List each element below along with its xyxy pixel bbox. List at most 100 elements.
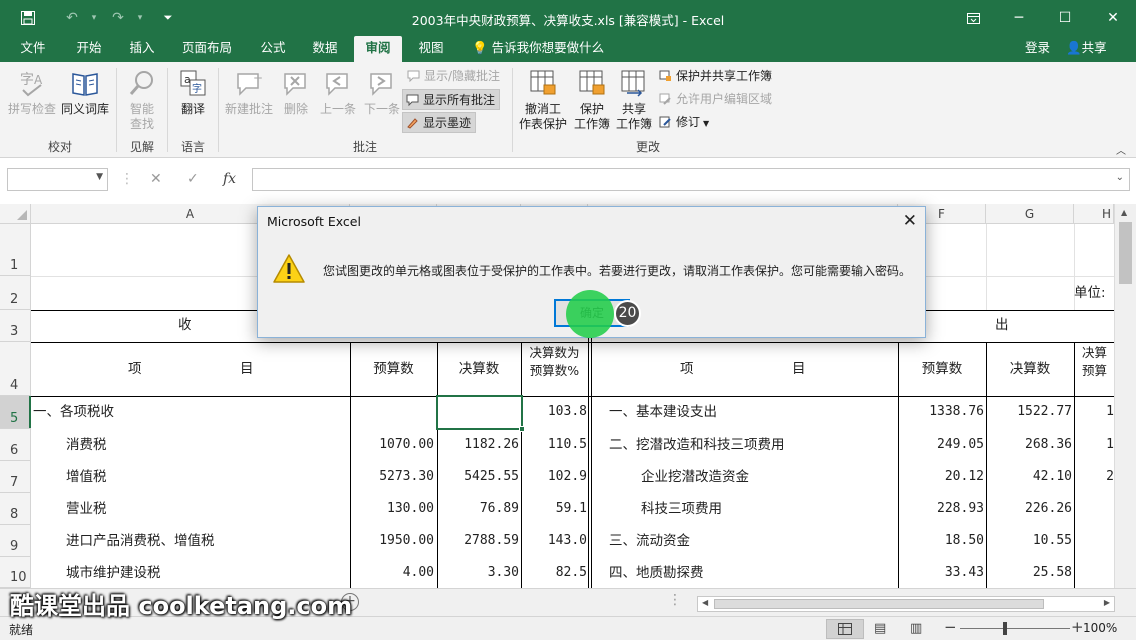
maximize-button[interactable]: ☐ [1042,0,1088,36]
minimize-button[interactable]: ─ [996,0,1042,36]
cell-d-row5[interactable]: 103.8 [521,397,587,427]
horizontal-scroll-thumb[interactable] [714,599,1044,609]
cell-c-row10[interactable]: 3.30 [437,558,519,588]
cell-g-row10[interactable]: 25.58 [986,558,1072,588]
cell-g-row8[interactable]: 226.26 [986,494,1072,524]
zoom-slider-track[interactable] [960,628,1070,629]
tab-formulas[interactable]: 公式 [250,36,296,62]
cell-d-row6[interactable]: 110.5 [521,430,587,460]
cell-d-row7[interactable]: 102.9 [521,462,587,492]
cell-c-row8[interactable]: 76.89 [437,494,519,524]
next-comment-button[interactable]: 下一条 [360,68,404,117]
protect-workbook-button[interactable]: 保护 工作簿 [572,68,612,132]
tab-review[interactable]: 审阅 [354,36,402,62]
show-ink-button[interactable]: 显示墨迹 [402,112,476,133]
row-header-9[interactable]: 9 [0,525,31,557]
dialog-close-button[interactable]: ✕ [903,211,917,231]
cell-c-row9[interactable]: 2788.59 [437,526,519,556]
cell-f-row8[interactable]: 228.93 [898,494,984,524]
select-all-corner[interactable] [0,204,31,224]
cell-g-row5[interactable]: 1522.77 [986,397,1072,427]
tab-home[interactable]: 开始 [66,36,112,62]
cell-e-row9[interactable]: 三、流动资金 [609,526,898,556]
cell-e-row5[interactable]: 一、基本建设支出 [609,397,898,427]
normal-view-button[interactable] [826,619,864,639]
zoom-level[interactable]: 100% [1083,621,1117,635]
scroll-right-icon[interactable]: ▶ [1104,598,1110,607]
row-header-10[interactable]: 10 [0,557,31,588]
row-header-5[interactable]: 5 [0,396,31,429]
cell-d-row10[interactable]: 82.5 [521,558,587,588]
zoom-in-icon[interactable]: + [1071,618,1084,636]
cell-b-row7[interactable]: 5273.30 [350,462,434,492]
cell-d-row9[interactable]: 143.0 [521,526,587,556]
track-changes-button[interactable]: 修订 ▼ [656,112,709,133]
new-comment-button[interactable]: + 新建批注 [222,68,276,117]
page-break-view-icon[interactable]: ▥ [910,621,922,636]
tab-data[interactable]: 数据 [302,36,348,62]
row-header-4[interactable]: 4 [0,342,31,396]
tell-me-search[interactable]: 💡 告诉我你想要做什么 [472,36,604,62]
share-workbook-button[interactable]: 共享 工作簿 [614,68,654,132]
ribbon-display-options-icon[interactable] [950,0,996,36]
horizontal-scrollbar[interactable]: ◀ ▶ [697,596,1115,612]
tab-page-layout[interactable]: 页面布局 [176,36,238,62]
cell-e-row8[interactable]: 科技三项费用 [641,494,898,524]
spelling-button[interactable]: 字A 拼写检查 [6,68,58,117]
cell-f-row7[interactable]: 20.12 [898,462,984,492]
column-header-h[interactable]: H [1074,204,1114,224]
selected-cell-c5[interactable] [436,395,523,430]
allow-edit-ranges-button[interactable]: 允许用户编辑区域 [656,89,772,110]
cell-h-row5[interactable]: 1 [1074,397,1114,427]
tab-view[interactable]: 视图 [408,36,454,62]
cell-e-row10[interactable]: 四、地质勘探费 [609,558,898,588]
unprotect-sheet-button[interactable]: 撤消工 作表保护 [516,68,570,132]
cell-f-row9[interactable]: 18.50 [898,526,984,556]
cell-h-row7[interactable]: 2 [1074,462,1114,492]
cell-e-row6[interactable]: 二、挖潜改造和科技三项费用 [609,430,898,460]
vertical-scroll-thumb[interactable] [1119,222,1132,284]
cell-b-row8[interactable]: 130.00 [350,494,434,524]
cell-f-row5[interactable]: 1338.76 [898,397,984,427]
delete-comment-button[interactable]: 删除 [276,68,316,117]
cell-a-row5[interactable]: 一、各项税收 [33,397,350,427]
close-window-button[interactable]: ✕ [1090,0,1136,36]
translate-button[interactable]: a字 翻译 [172,68,214,117]
expand-formula-bar-icon[interactable]: ⌄ [1116,172,1124,183]
insert-function-icon[interactable]: fx [223,168,236,191]
cell-g-row7[interactable]: 42.10 [986,462,1072,492]
cell-g-row6[interactable]: 268.36 [986,430,1072,460]
cell-c-row6[interactable]: 1182.26 [437,430,519,460]
cell-b-row6[interactable]: 1070.00 [350,430,434,460]
row-header-3[interactable]: 3 [0,310,31,342]
name-box[interactable]: ▼ [7,168,108,191]
row-header-6[interactable]: 6 [0,429,31,461]
cell-h-row6[interactable]: 1 [1074,430,1114,460]
cell-a-row6[interactable]: 消费税 [66,430,350,460]
tab-insert[interactable]: 插入 [119,36,165,62]
sign-in-link[interactable]: 登录 [1025,36,1050,62]
smart-lookup-button[interactable]: 智能 查找 [120,68,164,132]
cell-f-row6[interactable]: 249.05 [898,430,984,460]
cell-a-row7[interactable]: 增值税 [66,462,350,492]
cell-d-row8[interactable]: 59.1 [521,494,587,524]
cell-g-row9[interactable]: 10.55 [986,526,1072,556]
scroll-up-icon[interactable]: ▲ [1121,208,1127,217]
thesaurus-button[interactable]: 同义词库 [58,68,112,117]
share-button[interactable]: 👤共享 [1066,36,1107,62]
chevron-down-icon[interactable]: ▼ [96,172,103,182]
scroll-left-icon[interactable]: ◀ [702,598,708,607]
enter-icon[interactable]: ✓ [187,168,199,191]
zoom-out-icon[interactable]: − [944,618,957,636]
cancel-icon[interactable]: ✕ [150,168,162,191]
cell-b-row10[interactable]: 4.00 [350,558,434,588]
vertical-scrollbar[interactable]: ▲ [1114,204,1136,588]
column-header-g[interactable]: G [986,204,1074,224]
cell-f-row10[interactable]: 33.43 [898,558,984,588]
row-header-7[interactable]: 7 [0,461,31,493]
cell-a-row8[interactable]: 营业税 [66,494,350,524]
previous-comment-button[interactable]: 上一条 [316,68,360,117]
show-hide-comment-button[interactable]: 显示/隐藏批注 [404,66,500,87]
cell-a-row10[interactable]: 城市维护建设税 [66,558,350,588]
collapse-ribbon-icon[interactable]: ︿ [1116,142,1126,157]
